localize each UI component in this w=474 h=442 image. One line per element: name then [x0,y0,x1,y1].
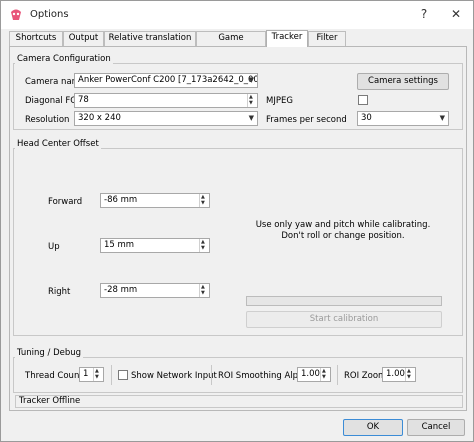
title-bar[interactable]: Options ? ✕ [1,1,473,29]
calibration-instructions: Use only yaw and pitch while calibrating… [245,220,441,242]
fps-value: 30 [361,113,372,123]
roi-alpha-value: 1.00 [301,369,320,379]
thread-count-value: 1 [83,369,89,379]
spin-arrows-icon[interactable]: ▲ ▼ [199,194,209,207]
tab-filter[interactable]: Filter [308,31,346,46]
spin-arrows-icon[interactable]: ▲ ▼ [93,368,103,381]
roi-alpha-label: ROI Smoothing Alpha [218,371,309,381]
up-label: Up [48,242,60,252]
start-calibration-button[interactable]: Start calibration [246,311,442,328]
help-button[interactable]: ? [409,1,439,29]
mjpeg-label: MJPEG [266,96,293,106]
resolution-value: 320 x 240 [78,113,121,123]
fov-value: 78 [78,95,89,105]
close-icon[interactable]: ✕ [441,1,471,29]
cancel-button[interactable]: Cancel [407,419,465,436]
app-icon [11,9,21,20]
separator [111,365,112,385]
spin-arrows-icon[interactable]: ▲ ▼ [247,94,257,107]
camera-name-value: Anker PowerConf C200 [7_173a2642_0_0000] [78,75,258,85]
spin-arrows-icon[interactable]: ▲ ▼ [199,284,209,297]
roi-zoom-value: 1.00 [386,369,405,379]
right-value: -28 mm [104,285,138,295]
spin-arrows-icon[interactable]: ▲ ▼ [320,368,330,381]
window-title: Options [30,9,69,20]
camera-settings-button[interactable]: Camera settings [357,73,449,90]
fps-select[interactable]: 30 ▼ [357,111,449,126]
tab-relative-translation[interactable]: Relative translation [104,31,196,46]
roi-zoom-label: ROI Zoom [344,371,387,381]
calibration-progress-bar [246,296,442,306]
spin-arrows-icon[interactable]: ▲ ▼ [405,368,415,381]
head-center-title: Head Center Offset [15,139,101,149]
fps-label: Frames per second [266,115,347,125]
spin-arrows-icon[interactable]: ▲ ▼ [199,239,209,252]
separator [211,365,212,385]
resolution-select[interactable]: 320 x 240 ▼ [74,111,258,126]
thread-count-spinbox[interactable]: 1 ▲ ▼ [79,367,104,382]
right-spinbox[interactable]: -28 mm ▲ ▼ [100,283,210,298]
tab-shortcuts[interactable]: Shortcuts [9,31,63,46]
tab-tracker[interactable]: Tracker [266,30,308,47]
show-network-input-label: Show Network Input [131,371,217,381]
options-window: Options ? ✕ Shortcuts Output Relative tr… [0,0,474,442]
roi-zoom-spinbox[interactable]: 1.00 ▲ ▼ [382,367,416,382]
tab-game-detection[interactable]: Game detection [196,31,266,56]
tuning-title: Tuning / Debug [15,348,84,358]
camera-config-title: Camera Configuration [15,54,113,64]
resolution-label: Resolution [25,115,70,125]
head-center-group [13,148,463,336]
up-spinbox[interactable]: 15 mm ▲ ▼ [100,238,210,253]
thread-count-label: Thread Count [25,371,83,381]
forward-label: Forward [48,197,83,207]
chevron-down-icon: ▼ [248,76,254,84]
chevron-down-icon: ▼ [248,114,254,122]
camera-name-select[interactable]: Anker PowerConf C200 [7_173a2642_0_0000]… [74,73,258,88]
tracker-status: Tracker Offline [15,395,463,408]
forward-spinbox[interactable]: -86 mm ▲ ▼ [100,193,210,208]
show-network-input-checkbox[interactable] [118,370,128,380]
mjpeg-checkbox[interactable] [358,95,368,105]
tab-output[interactable]: Output [63,31,104,46]
calibration-instruction-line2: Don't roll or change position. [281,231,405,241]
up-value: 15 mm [104,240,135,250]
forward-value: -86 mm [104,195,138,205]
roi-alpha-spinbox[interactable]: 1.00 ▲ ▼ [297,367,331,382]
calibration-instruction-line1: Use only yaw and pitch while calibrating… [255,220,431,230]
right-label: Right [48,287,71,297]
chevron-down-icon: ▼ [439,114,445,122]
fov-spinbox[interactable]: 78 ▲ ▼ [74,93,258,108]
separator [337,365,338,385]
ok-button[interactable]: OK [343,419,403,436]
